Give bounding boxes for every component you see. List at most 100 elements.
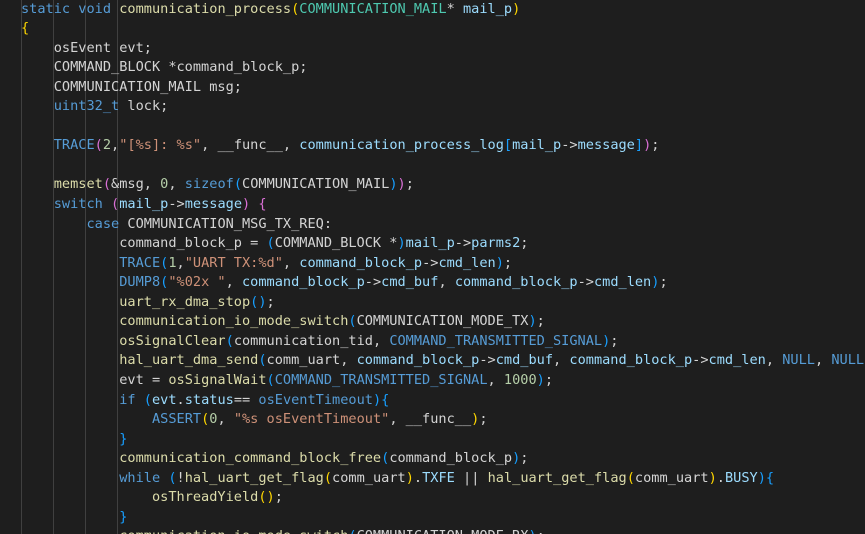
code-token: ; [659, 274, 668, 291]
code-editor[interactable]: static void communication_process(COMMUN… [0, 0, 865, 534]
code-token: -> [479, 352, 496, 369]
code-token: ) [242, 196, 251, 212]
code-token: ; [520, 235, 529, 252]
code-token: mail_p [119, 196, 169, 212]
code-token: DUMP8 [119, 274, 161, 291]
code-token: command_block_p [454, 274, 578, 291]
code-token: ; [651, 137, 660, 154]
code-token: hal_uart_get_flag [487, 469, 627, 486]
code-line[interactable]: TRACE(1,"UART TX:%d", command_block_p->c… [21, 254, 512, 274]
code-line[interactable]: } [21, 430, 127, 450]
code-token: command_block_p = [21, 235, 267, 252]
code-token: NULL [831, 352, 865, 369]
code-token: ; [610, 332, 619, 349]
code-token: COMMUNICATION_MODE_TX [356, 313, 529, 330]
code-token: cmd_len [438, 254, 496, 271]
code-line[interactable]: communication_io_mode_switch(COMMUNICATI… [21, 527, 545, 534]
code-token: , [814, 352, 832, 369]
code-token: ] [634, 137, 644, 154]
code-line[interactable]: memset(&msg, 0, sizeof(COMMUNICATION_MAI… [21, 175, 414, 195]
code-line[interactable]: osSignalClear(communication_tid, COMMAND… [21, 332, 618, 352]
code-token: 1000 [503, 371, 537, 388]
code-token: -> [692, 352, 709, 369]
code-token: communication_process_log [299, 137, 504, 154]
code-line[interactable]: uint32_t lock; [21, 97, 169, 117]
code-token: ) [405, 469, 414, 486]
code-token: ( [266, 371, 275, 388]
code-line[interactable]: TRACE(2,"[%s]: %s", __func__, communicat… [21, 136, 660, 156]
code-token: , [168, 176, 185, 193]
code-line[interactable]: communication_command_block_free(command… [21, 449, 528, 469]
code-token: ) [708, 469, 717, 486]
code-token: mail_p [463, 0, 513, 17]
code-token: ) [397, 176, 406, 193]
code-token: COMMUNICATION_MAIL [299, 0, 447, 17]
code-token: NULL [782, 352, 815, 369]
code-token: , [282, 254, 300, 271]
code-line[interactable]: COMMAND_BLOCK *command_block_p; [21, 58, 308, 78]
code-line[interactable]: } [21, 508, 127, 528]
code-line[interactable]: uart_rx_dma_stop(); [21, 293, 275, 313]
code-line[interactable]: if (evt.status== osEventTimeout){ [21, 391, 389, 411]
code-line[interactable]: { [21, 19, 29, 39]
code-token: ; [503, 254, 513, 271]
code-line[interactable]: evt = osSignalWait(COMMAND_TRANSMITTED_S… [21, 371, 553, 391]
code-line[interactable]: static void communication_process(COMMUN… [21, 0, 520, 19]
code-token: ) [372, 391, 382, 408]
code-token: evt = [21, 371, 169, 388]
code-token: void [78, 0, 112, 17]
code-token: COMMAND_BLOCK * [274, 235, 398, 252]
code-token: COMMUNICATION_MSG_TX_REQ: [119, 215, 333, 232]
code-token: command_block_p [389, 450, 513, 467]
code-token: evt [151, 391, 177, 408]
code-token: ) [528, 313, 537, 330]
code-token: ) [397, 235, 406, 252]
code-token: hal_uart_dma_send [119, 352, 259, 369]
code-line[interactable]: case COMMUNICATION_MSG_TX_REQ: [21, 215, 332, 235]
code-line[interactable]: DUMP8("%02x ", command_block_p->cmd_buf,… [21, 273, 668, 293]
code-line[interactable]: communication_io_mode_switch(COMMUNICATI… [21, 312, 545, 332]
code-token: ( [94, 137, 103, 154]
code-token: comm_uart, [266, 352, 357, 369]
code-token: comm_uart [332, 469, 406, 486]
code-line[interactable]: osThreadYield(); [21, 488, 283, 508]
code-token: ! [176, 469, 185, 486]
code-token: COMMAND_TRANSMITTED_SIGNAL [389, 332, 603, 349]
code-line[interactable]: osEvent evt; [21, 39, 152, 59]
code-token: TRACE [119, 254, 161, 271]
code-token: -> [561, 137, 578, 154]
code-token: message [184, 196, 243, 212]
code-token: ( [225, 332, 234, 349]
code-token: COMMAND_BLOCK *command_block_p; [21, 59, 308, 76]
code-token: &msg, [111, 176, 161, 193]
code-token: if [119, 391, 136, 408]
code-line[interactable]: ASSERT(0, "%s osEventTimeout", __func__)… [21, 410, 488, 430]
code-token: -> [454, 235, 472, 252]
code-token: osEvent evt; [21, 39, 152, 56]
code-token: mail_p [405, 235, 455, 252]
code-token: , __func__, [201, 137, 300, 154]
code-token: case [86, 215, 120, 232]
code-token: () [250, 293, 267, 310]
code-token: { [258, 196, 267, 212]
code-line[interactable]: switch (mail_p->message) { [21, 195, 267, 215]
code-token: uart_rx_dma_stop [119, 293, 251, 310]
code-token: ) [757, 469, 766, 486]
code-line[interactable]: command_block_p = (COMMAND_BLOCK *)mail_… [21, 234, 528, 254]
code-token: mail_p [512, 137, 562, 154]
code-token: lock; [119, 98, 169, 115]
code-token: ; [479, 411, 488, 428]
code-line[interactable]: hal_uart_dma_send(comm_uart, command_blo… [21, 351, 865, 371]
code-line[interactable]: COMMUNICATION_MAIL msg; [21, 78, 242, 98]
code-line[interactable]: while (!hal_uart_get_flag(comm_uart).TXF… [21, 469, 774, 489]
code-token: TRACE [53, 137, 95, 154]
